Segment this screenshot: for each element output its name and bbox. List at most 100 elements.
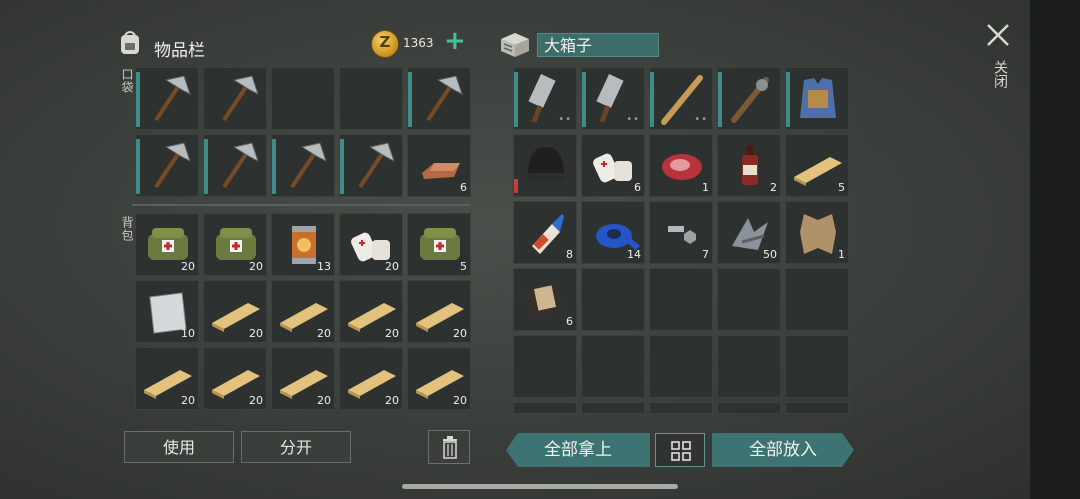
backpack-slot[interactable]: 20 <box>203 213 267 276</box>
item-quantity: 20 <box>181 394 195 407</box>
take-all-button[interactable]: 全部拿上 <box>506 433 650 467</box>
item-quantity: 6 <box>460 181 467 194</box>
pocket-slot[interactable] <box>135 134 199 197</box>
chest-slot[interactable]: 6 <box>513 268 577 331</box>
add-coins-button[interactable]: + <box>444 28 466 54</box>
grid-icon <box>671 441 691 461</box>
chest-slot[interactable]: 14 <box>581 201 645 264</box>
chest-slot[interactable] <box>581 268 645 331</box>
backpack-slot[interactable]: 10 <box>135 280 199 343</box>
split-button[interactable]: 分开 <box>241 431 351 463</box>
item-quantity: 7 <box>702 248 709 261</box>
chest-slot[interactable] <box>581 335 645 398</box>
backpack-grid: 20 20 13 20 5 10 20 20 20 20 20 20 20 20 20 <box>135 213 471 410</box>
pocket-slot[interactable] <box>203 67 267 130</box>
item-quantity: 6 <box>566 315 573 328</box>
chest-slot[interactable] <box>785 335 849 398</box>
backpack-slot[interactable]: 20 <box>135 347 199 410</box>
item-quantity: 20 <box>249 260 263 273</box>
pocket-slot[interactable] <box>271 134 335 197</box>
backpack-slot[interactable]: 20 <box>339 280 403 343</box>
chest-slot[interactable]: 8 <box>513 201 577 264</box>
backpack-slot[interactable]: 20 <box>407 280 471 343</box>
chest-slot[interactable]: 1 <box>649 134 713 197</box>
right-edge-panel <box>1030 0 1080 499</box>
chest-slot[interactable]: •• <box>581 67 645 130</box>
backpack-label: 背包 <box>120 216 134 242</box>
pickaxe-icon <box>426 75 463 122</box>
chest-slot[interactable] <box>785 67 849 130</box>
backpack-slot[interactable]: 20 <box>203 347 267 410</box>
chest-slot[interactable] <box>649 268 713 331</box>
backpack-slot[interactable]: 20 <box>271 347 335 410</box>
backpack-slot[interactable]: 20 <box>271 280 335 343</box>
chest-slot-partial[interactable] <box>717 402 781 414</box>
item-quantity: 20 <box>385 327 399 340</box>
chest-slot[interactable] <box>717 268 781 331</box>
home-indicator[interactable] <box>402 484 678 489</box>
chest-grid: •• •• •• 6 1 2 5 8 14 7 50 1 6 <box>513 67 849 414</box>
item-quantity: 13 <box>317 260 331 273</box>
pickaxe-icon <box>290 142 327 189</box>
item-quantity: 20 <box>181 260 195 273</box>
pocket-slot[interactable] <box>135 67 199 130</box>
section-divider <box>132 204 470 206</box>
chest-slot[interactable] <box>513 335 577 398</box>
coin-count: 1363 <box>403 36 434 50</box>
chest-slot[interactable]: 5 <box>785 134 849 197</box>
chest-slot[interactable]: 2 <box>717 134 781 197</box>
backpack-slot[interactable]: 5 <box>407 213 471 276</box>
chest-slot[interactable] <box>785 268 849 331</box>
chest-slot[interactable]: •• <box>649 67 713 130</box>
chest-slot[interactable] <box>649 335 713 398</box>
use-button[interactable]: 使用 <box>124 431 234 463</box>
chest-slot[interactable]: 7 <box>649 201 713 264</box>
item-quantity: 5 <box>838 181 845 194</box>
inventory-title: 物品栏 <box>154 41 205 61</box>
chest-slot[interactable] <box>717 67 781 130</box>
sort-button[interactable] <box>655 433 705 467</box>
backpack-slot[interactable]: 20 <box>339 347 403 410</box>
backpack-slot[interactable]: 20 <box>135 213 199 276</box>
close-label[interactable]: 关闭 <box>990 60 1010 88</box>
backpack-slot[interactable]: 13 <box>271 213 335 276</box>
pickaxe-icon <box>222 75 259 122</box>
item-quantity: 20 <box>453 327 467 340</box>
chest-slot[interactable] <box>717 335 781 398</box>
pocket-slot[interactable] <box>339 67 403 130</box>
chest-slot[interactable]: 50 <box>717 201 781 264</box>
pickaxe-icon <box>154 75 191 122</box>
trash-button[interactable] <box>428 430 470 464</box>
pocket-slot[interactable] <box>271 67 335 130</box>
item-quantity: 20 <box>249 327 263 340</box>
chest-slot[interactable]: 6 <box>581 134 645 197</box>
pocket-slot[interactable] <box>407 67 471 130</box>
item-quantity: 14 <box>627 248 641 261</box>
item-quantity: 20 <box>249 394 263 407</box>
chest-slot[interactable]: •• <box>513 67 577 130</box>
backpack-slot[interactable]: 20 <box>203 280 267 343</box>
pocket-slot[interactable]: 6 <box>407 134 471 197</box>
durability-dots: •• <box>626 114 640 125</box>
chest-name-field[interactable]: 大箱子 <box>537 33 659 57</box>
item-quantity: 20 <box>317 394 331 407</box>
durability-dots: •• <box>694 114 708 125</box>
backpack-slot[interactable]: 20 <box>339 213 403 276</box>
chest-slot-partial[interactable] <box>649 402 713 414</box>
chest-slot[interactable]: 1 <box>785 201 849 264</box>
chest-slot-partial[interactable] <box>581 402 645 414</box>
pocket-slot[interactable] <box>339 134 403 197</box>
pocket-label: 口袋 <box>120 68 134 94</box>
chest-slot[interactable] <box>513 134 577 197</box>
chest-slot-partial[interactable] <box>785 402 849 414</box>
put-all-button[interactable]: 全部放入 <box>712 433 854 467</box>
chest-icon <box>501 33 529 57</box>
backpack-icon <box>121 31 139 54</box>
item-quantity: 5 <box>460 260 467 273</box>
item-quantity: 20 <box>453 394 467 407</box>
close-icon[interactable] <box>985 22 1011 48</box>
beanie-icon <box>527 147 565 181</box>
backpack-slot[interactable]: 20 <box>407 347 471 410</box>
pocket-slot[interactable] <box>203 134 267 197</box>
chest-slot-partial[interactable] <box>513 402 577 414</box>
